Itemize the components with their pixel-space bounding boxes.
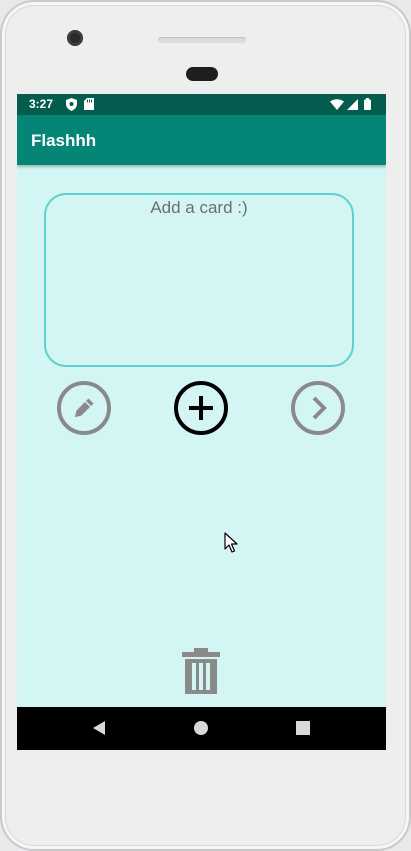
device-screen: 3:27 Flashhh Add a card:) [17,94,386,750]
sd-card-icon [84,98,94,110]
app-title: Flashhh [31,131,97,150]
app-bar: Flashhh [17,115,386,165]
status-bar: 3:27 [17,94,386,115]
front-camera [67,30,83,46]
back-icon[interactable] [90,719,108,737]
signal-icon [347,99,358,110]
battery-icon [364,98,371,110]
plus-circle-icon [189,396,213,420]
flashcard[interactable]: Add a card :) [44,193,354,367]
navigation-bar [17,707,386,750]
recents-icon[interactable] [294,719,312,737]
add-card-button[interactable] [174,381,228,435]
pencil-icon [75,398,94,417]
flashcard-text: Add a card :) [150,198,248,217]
edit-card-button[interactable] [57,381,111,435]
wifi-icon [330,99,344,110]
mouse-cursor [224,532,238,553]
status-time: 3:27 [29,97,54,111]
earpiece [186,67,218,81]
chevron-right-icon [312,396,327,420]
phone-frame: 3:27 Flashhh Add a card:) [0,0,411,851]
delete-card-button[interactable] [182,648,220,694]
top-speaker-grille [158,37,246,43]
shield-icon [66,98,77,111]
home-icon[interactable] [192,719,210,737]
next-card-button[interactable] [291,381,345,435]
